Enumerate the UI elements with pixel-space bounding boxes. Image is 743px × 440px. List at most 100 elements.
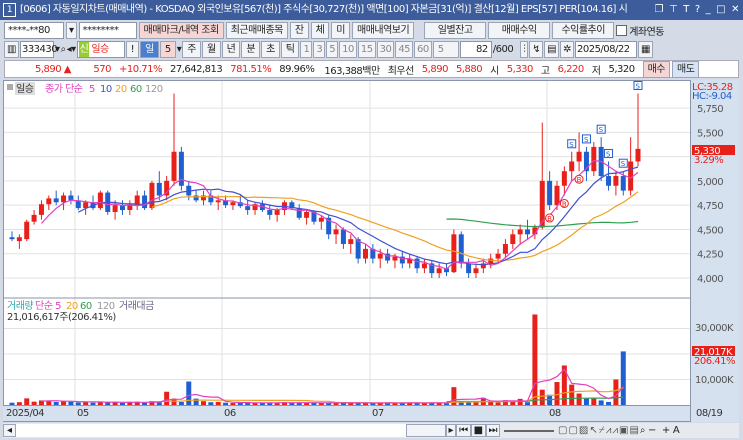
volume-bar	[598, 400, 604, 405]
candle-body	[451, 234, 457, 273]
candle-body	[9, 237, 15, 240]
volume-bar	[613, 379, 619, 405]
volume-bar	[127, 402, 133, 405]
volume-bar	[16, 402, 22, 405]
volume-legend: 거래량	[7, 300, 33, 312]
price-tick: 5,500	[697, 128, 723, 139]
volume-bar	[554, 382, 560, 405]
legend-ma60: 60	[130, 84, 142, 95]
candle-body	[340, 229, 346, 245]
candle-body	[576, 151, 582, 162]
candle-body	[473, 268, 479, 274]
forward-button[interactable]: ⏭	[485, 424, 501, 437]
buy-marker-label: B	[577, 176, 582, 184]
price-tick: 5,000	[697, 177, 723, 188]
rewind-button[interactable]: ⏮	[456, 424, 471, 437]
scroll-right-button[interactable]: ▸	[445, 424, 457, 437]
scroll-left-button[interactable]: ◂	[3, 424, 16, 437]
volume-bar	[569, 384, 575, 405]
candle-body	[510, 234, 516, 245]
zoom-out-icon[interactable]: −	[645, 425, 659, 436]
volume-bar	[583, 398, 589, 405]
drawing-tools[interactable]: ▢▢▨↖⌿⩘⩘▣▤	[558, 425, 640, 436]
volume-bar	[606, 401, 612, 405]
candle-body	[142, 195, 148, 209]
amount-legend: 거래대금	[119, 300, 154, 312]
legend-ma120: 120	[145, 84, 163, 95]
volume-bar	[591, 398, 597, 405]
candle-body	[193, 195, 199, 201]
candle-body	[414, 258, 420, 269]
volume-bar	[90, 402, 96, 405]
candle-body	[149, 182, 155, 209]
price-tick: 5,750	[697, 104, 723, 115]
candle-body	[38, 204, 44, 215]
scrollbar-thumb[interactable]	[405, 424, 446, 437]
candle-body	[274, 210, 280, 215]
candle-body	[53, 198, 59, 203]
volume-bar	[539, 389, 545, 405]
candle-body	[348, 239, 354, 245]
volume-ma120-legend: 120	[97, 301, 115, 312]
candle-body	[156, 182, 162, 196]
zoom-in-icon[interactable]: +	[659, 425, 673, 436]
candle-body	[16, 237, 22, 242]
volume-bar	[200, 401, 206, 405]
hc-value: HC:-9.04	[692, 91, 732, 102]
volume-bar	[156, 402, 162, 405]
candle-body	[591, 146, 597, 172]
candle-body	[488, 258, 494, 264]
x-tick-may: 05	[77, 408, 89, 419]
candle-body	[392, 256, 398, 261]
candle-body	[554, 185, 560, 206]
volume-bar	[495, 402, 501, 405]
legend-ma20: 20	[115, 84, 127, 95]
volume-bar	[75, 402, 81, 405]
candle-body	[304, 211, 310, 218]
candle-body	[296, 208, 302, 218]
scroll-track[interactable]	[15, 424, 406, 437]
candle-body	[230, 202, 236, 206]
volume-bar	[105, 402, 111, 405]
candle-body	[333, 229, 339, 235]
candle-body	[112, 205, 118, 212]
volume-bar	[532, 314, 538, 405]
panel-toggle-icon[interactable]	[7, 84, 13, 90]
volume-bar	[68, 401, 74, 405]
candle-body	[267, 210, 273, 215]
volume-ma60-legend: 60	[80, 301, 92, 312]
volume-bar	[46, 401, 52, 405]
candle-body	[569, 161, 575, 172]
zoom-slider[interactable]	[504, 429, 555, 432]
candle-body	[31, 214, 37, 222]
price-tick: 4,500	[697, 225, 723, 236]
volume-bar	[164, 391, 170, 405]
candle-body	[377, 253, 383, 259]
volume-bar	[473, 402, 479, 405]
candle-body	[561, 171, 567, 186]
candle-body	[215, 200, 221, 203]
buy-marker-label: B	[562, 200, 567, 208]
candle-body	[495, 253, 501, 259]
candle-body	[363, 248, 369, 259]
candle-body	[24, 221, 30, 240]
volume-bar	[142, 402, 148, 405]
volume-bar	[9, 402, 15, 405]
volume-bar	[208, 402, 214, 405]
volume-bar	[186, 381, 192, 405]
legend-ma5: 5	[89, 84, 95, 95]
volume-current-pct: 206.41%	[694, 356, 735, 367]
candle-body	[436, 268, 442, 274]
candle-body	[127, 205, 133, 211]
volume-bar	[119, 402, 125, 405]
volume-bar	[24, 398, 30, 405]
candle-body	[245, 206, 251, 211]
volume-ma20-line	[151, 387, 624, 404]
candle-body	[620, 176, 626, 191]
price-tick: 4,750	[697, 201, 723, 212]
volume-tick-30000: 30,000K	[695, 323, 734, 334]
candle-body	[606, 176, 612, 186]
stop-button[interactable]: ■	[470, 424, 486, 437]
auto-scale-icon[interactable]: A	[673, 425, 680, 436]
volume-bar	[230, 402, 236, 405]
